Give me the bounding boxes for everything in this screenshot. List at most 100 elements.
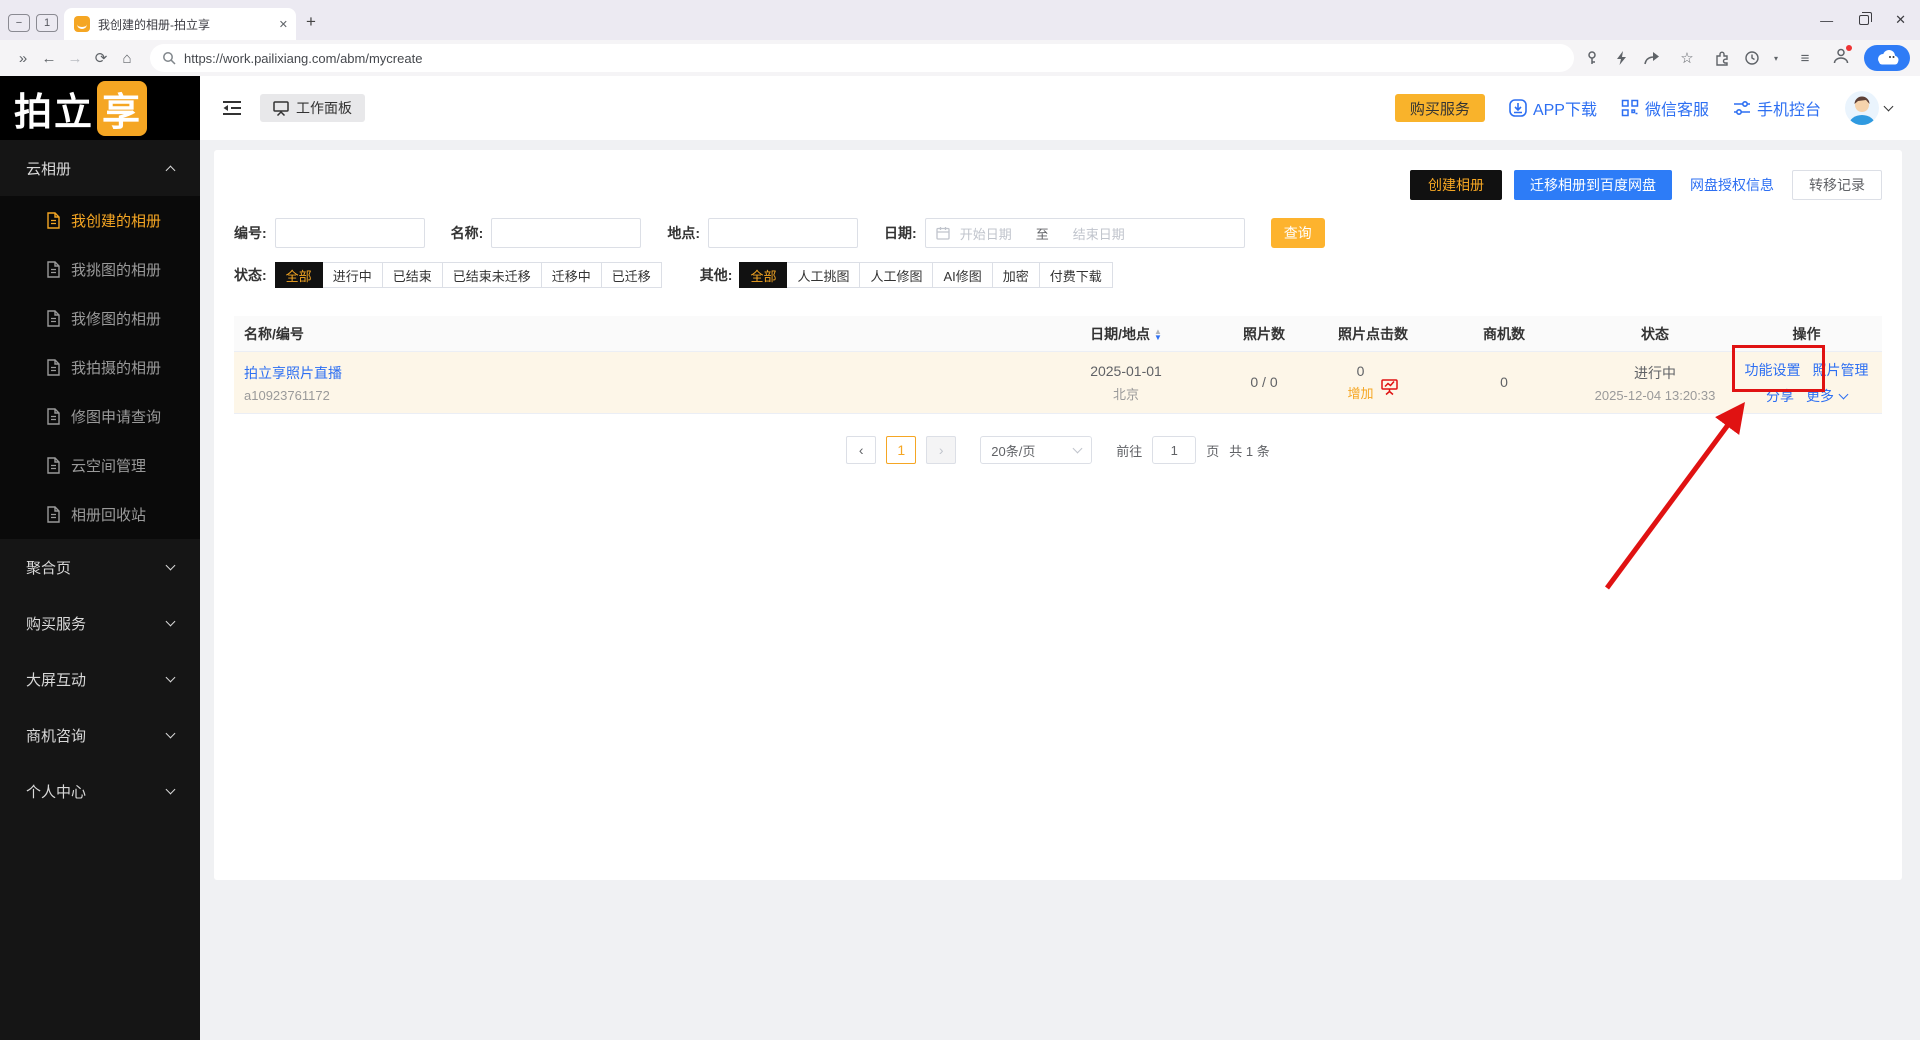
- date-range-picker[interactable]: 开始日期 至 结束日期: [925, 218, 1245, 248]
- sidebar-item-album-recycle-bin[interactable]: 相册回收站: [0, 490, 200, 539]
- album-table: 名称/编号 日期/地点▲▼ 照片数 照片点击数 商机数 状态 操作 拍立享照片直…: [234, 316, 1882, 414]
- select-caret-icon: [1073, 444, 1083, 454]
- search-button[interactable]: 查询: [1271, 218, 1325, 248]
- status-option-migrated[interactable]: 已迁移: [601, 262, 662, 288]
- phone-console-link[interactable]: 手机控台: [1733, 96, 1821, 120]
- sidebar-item-my-created-albums[interactable]: 我创建的相册: [0, 196, 200, 245]
- sidebar-group-aggregate[interactable]: 聚合页: [0, 539, 200, 595]
- wechat-support-link[interactable]: 微信客服: [1621, 96, 1709, 120]
- cloud-assistant-button[interactable]: [1864, 45, 1910, 71]
- tab-close-icon[interactable]: ✕: [279, 18, 288, 31]
- back-icon[interactable]: ←: [36, 50, 62, 67]
- forward-icon[interactable]: →: [62, 50, 88, 67]
- status-option-ended[interactable]: 已结束: [382, 262, 443, 288]
- window-close-button[interactable]: ✕: [1895, 12, 1906, 28]
- transfer-log-button[interactable]: 转移记录: [1792, 170, 1882, 200]
- sidebar-group-big-screen[interactable]: 大屏互动: [0, 651, 200, 707]
- buy-service-button[interactable]: 购买服务: [1395, 94, 1485, 122]
- goto-page-input[interactable]: [1152, 436, 1196, 464]
- other-option-all[interactable]: 全部: [739, 262, 787, 288]
- share-link[interactable]: 分享: [1766, 386, 1794, 406]
- sidebar-collapse-icon[interactable]: [222, 100, 242, 116]
- document-icon: [46, 408, 61, 425]
- status-option-ended-unmigrated[interactable]: 已结束未迁移: [442, 262, 542, 288]
- place-input[interactable]: [708, 218, 858, 248]
- status-option-all[interactable]: 全部: [275, 262, 323, 288]
- window-restore-button[interactable]: [1859, 15, 1869, 25]
- other-option-ai-retouch[interactable]: AI修图: [932, 262, 992, 288]
- tab-actions-icon[interactable]: −: [8, 14, 30, 32]
- more-caret-icon: [1839, 389, 1849, 399]
- history-clock-icon[interactable]: [1744, 50, 1760, 66]
- app-download-link[interactable]: APP下载: [1509, 96, 1597, 120]
- add-clicks-link[interactable]: 增加: [1347, 383, 1373, 402]
- sidebar-item-cloud-space[interactable]: 云空间管理: [0, 441, 200, 490]
- reload-icon[interactable]: ⟳: [88, 49, 114, 67]
- album-status-time: 2025-12-04 13:20:33: [1579, 388, 1731, 403]
- function-settings-link[interactable]: 功能设置: [1745, 360, 1801, 380]
- workboard-button[interactable]: 工作面板: [260, 94, 365, 122]
- browser-menu-icon[interactable]: ≡: [1792, 50, 1818, 67]
- sidebar-group-personal[interactable]: 个人中心: [0, 763, 200, 819]
- chevron-down-icon: [166, 785, 176, 795]
- document-icon: [46, 310, 61, 327]
- home-icon[interactable]: ⌂: [114, 50, 140, 67]
- site-favicon-icon: [74, 16, 90, 32]
- more-link[interactable]: 更多: [1806, 386, 1834, 406]
- album-name-link[interactable]: 拍立享照片直播: [244, 363, 1041, 383]
- promo-board-icon[interactable]: [1380, 377, 1399, 396]
- search-icon: [162, 51, 176, 65]
- status-option-ongoing[interactable]: 进行中: [322, 262, 383, 288]
- document-icon: [46, 457, 61, 474]
- photo-manage-link[interactable]: 照片管理: [1813, 360, 1869, 380]
- status-option-migrating[interactable]: 迁移中: [541, 262, 602, 288]
- sidebar-group-cloud-album[interactable]: 云相册: [0, 140, 200, 196]
- number-input[interactable]: [275, 218, 425, 248]
- chevron-down-icon: [166, 617, 176, 627]
- url-text: https://work.pailixiang.com/abm/mycreate: [184, 51, 422, 66]
- header-lead-count: 商机数: [1429, 324, 1579, 344]
- history-caret-icon[interactable]: ▾: [1774, 54, 1778, 63]
- bookmark-star-icon[interactable]: ☆: [1674, 49, 1700, 67]
- prev-page-button[interactable]: ‹: [846, 436, 876, 464]
- create-album-button[interactable]: 创建相册: [1410, 170, 1502, 200]
- other-option-manual-retouch[interactable]: 人工修图: [859, 262, 933, 288]
- new-tab-button[interactable]: +: [306, 12, 316, 32]
- user-avatar[interactable]: [1845, 91, 1892, 125]
- sidebar-item-my-shot-albums[interactable]: 我拍摄的相册: [0, 343, 200, 392]
- other-option-manual-pick[interactable]: 人工挑图: [786, 262, 860, 288]
- table-row: 拍立享照片直播 a10923761172 2025-01-01 北京 0 / 0: [234, 352, 1882, 414]
- download-icon: [1509, 99, 1527, 117]
- name-input[interactable]: [491, 218, 641, 248]
- page-size-select[interactable]: 20条/页: [980, 436, 1092, 464]
- other-option-encrypted[interactable]: 加密: [992, 262, 1040, 288]
- address-bar[interactable]: https://work.pailixiang.com/abm/mycreate: [150, 44, 1574, 72]
- sidebar-item-my-picked-albums[interactable]: 我挑图的相册: [0, 245, 200, 294]
- browser-tab[interactable]: 我创建的相册-拍立享 ✕: [64, 8, 296, 40]
- date-label: 日期:: [884, 223, 917, 243]
- browser-titlebar: − 1 我创建的相册-拍立享 ✕ + — ✕: [0, 0, 1920, 40]
- tab-counter-badge[interactable]: 1: [36, 14, 58, 32]
- share-icon[interactable]: [1643, 51, 1660, 66]
- current-page-button[interactable]: 1: [886, 436, 916, 464]
- sidebar-group-leads[interactable]: 商机咨询: [0, 707, 200, 763]
- migrate-to-baidu-button[interactable]: 迁移相册到百度网盘: [1514, 170, 1672, 200]
- window-minimize-button[interactable]: —: [1820, 13, 1833, 28]
- netdisk-auth-button[interactable]: 网盘授权信息: [1684, 175, 1780, 195]
- password-key-icon[interactable]: [1584, 50, 1600, 66]
- start-date-placeholder: 开始日期: [960, 224, 1012, 243]
- sidebar-group-buy-service[interactable]: 购买服务: [0, 595, 200, 651]
- chevron-up-icon: [166, 165, 176, 175]
- browser-profile-icon[interactable]: [1832, 47, 1850, 70]
- album-date: 2025-01-01: [1041, 363, 1211, 379]
- extensions-puzzle-icon[interactable]: [1714, 50, 1730, 66]
- toolbar-overflow-icon[interactable]: »: [10, 50, 36, 67]
- next-page-button[interactable]: ›: [926, 436, 956, 464]
- lightning-icon[interactable]: [1614, 50, 1629, 66]
- photo-count: 0 / 0: [1250, 374, 1277, 390]
- sidebar-item-retouch-requests[interactable]: 修图申请查询: [0, 392, 200, 441]
- other-option-paid-download[interactable]: 付费下载: [1039, 262, 1113, 288]
- sidebar-item-my-retouched-albums[interactable]: 我修图的相册: [0, 294, 200, 343]
- header-date-place[interactable]: 日期/地点▲▼: [1041, 324, 1211, 344]
- sort-desc-icon[interactable]: ▼: [1154, 335, 1162, 341]
